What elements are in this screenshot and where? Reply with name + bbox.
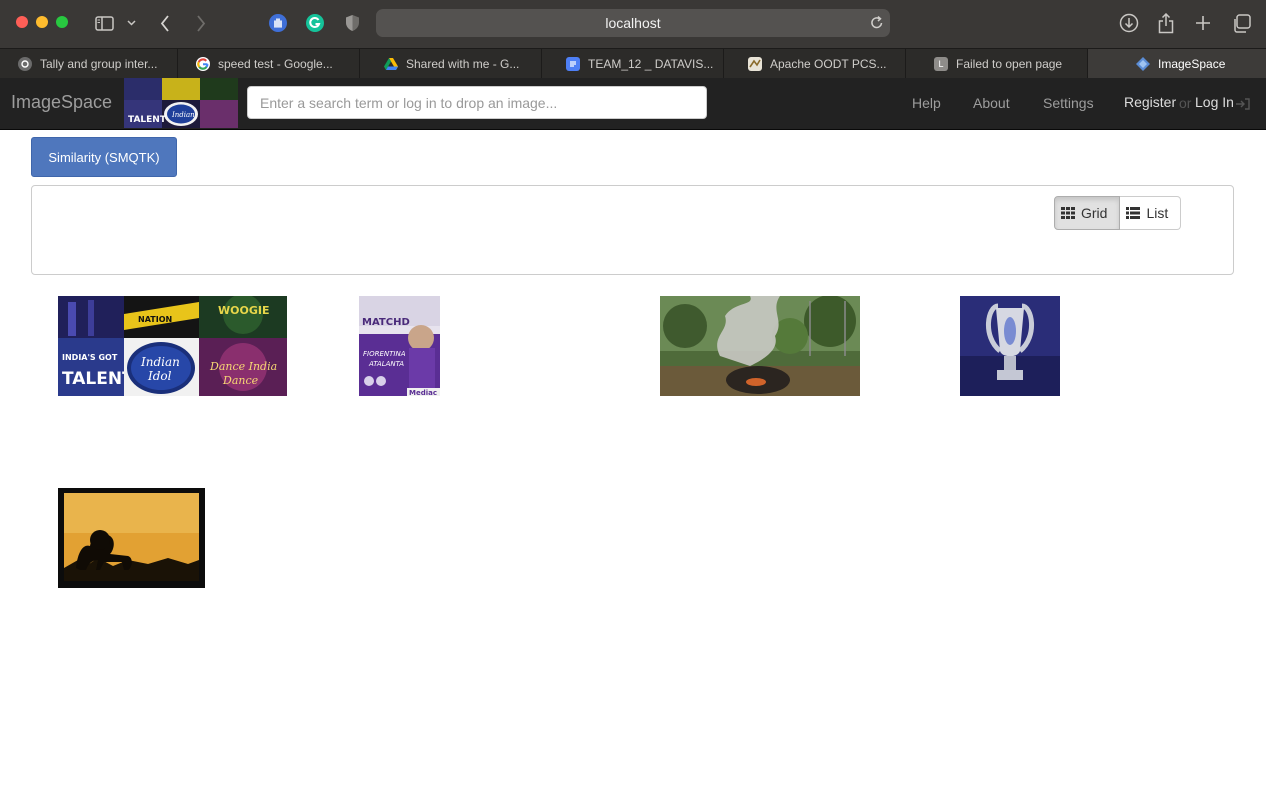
result-image[interactable] xyxy=(960,296,1060,396)
downloads-icon[interactable] xyxy=(1118,12,1140,34)
nav-login-link[interactable]: Log In xyxy=(1195,94,1234,110)
letter-l-icon: L xyxy=(934,57,948,71)
close-window-button[interactable] xyxy=(16,16,28,28)
grid-view-button[interactable]: Grid xyxy=(1054,196,1121,230)
browser-tab-label: Apache OODT PCS... xyxy=(770,57,887,71)
browser-titlebar: localhost xyxy=(0,0,1266,48)
svg-text:WOOGIE: WOOGIE xyxy=(218,304,269,317)
svg-text:Indian: Indian xyxy=(140,355,180,369)
shield-icon[interactable] xyxy=(343,12,361,34)
nav-settings-link[interactable]: Settings xyxy=(1043,95,1094,111)
browser-tab[interactable]: Apache OODT PCS... xyxy=(724,49,906,79)
svg-text:FIORENTINA: FIORENTINA xyxy=(363,350,406,358)
new-tab-icon[interactable] xyxy=(1193,12,1213,34)
sidebar-toggle-icon[interactable] xyxy=(94,12,114,34)
svg-text:TALENT: TALENT xyxy=(62,369,134,389)
nav-about-link[interactable]: About xyxy=(973,95,1010,111)
tab-overview-icon[interactable] xyxy=(1230,12,1252,34)
brand-thumbnail-image: TALENT Indian xyxy=(124,78,238,128)
list-icon xyxy=(1126,207,1141,219)
browser-tab-label: ImageSpace xyxy=(1158,57,1226,71)
similarity-smqtk-button[interactable]: Similarity (SMQTK) xyxy=(31,137,177,177)
svg-text:TALENT: TALENT xyxy=(128,115,167,125)
svg-text:Dance India: Dance India xyxy=(209,360,277,373)
svg-text:MATCHD: MATCHD xyxy=(362,317,410,328)
svg-text:Mediac: Mediac xyxy=(409,389,437,396)
svg-text:Dance: Dance xyxy=(222,374,259,387)
nav-help-link[interactable]: Help xyxy=(912,95,941,111)
grid-view-label: Grid xyxy=(1081,205,1108,221)
browser-tab-label: Failed to open page xyxy=(956,57,1063,71)
browser-tab-label: Tally and group inter... xyxy=(40,57,158,71)
brand-logo-text[interactable]: ImageSpace xyxy=(11,92,112,113)
grid-icon xyxy=(1061,207,1075,219)
imagespace-icon xyxy=(1136,57,1150,71)
result-image[interactable] xyxy=(58,488,205,588)
google-icon xyxy=(196,57,210,71)
login-icon[interactable] xyxy=(1236,97,1250,115)
nav-or-separator: or xyxy=(1179,95,1192,111)
url-text: localhost xyxy=(605,15,661,31)
list-view-label: List xyxy=(1146,205,1169,221)
browser-tab[interactable]: Shared with me - G... xyxy=(360,49,542,79)
search-input[interactable] xyxy=(247,86,707,119)
back-icon[interactable] xyxy=(158,12,172,34)
browser-tab[interactable]: Tally and group inter... xyxy=(0,49,178,79)
forward-icon[interactable] xyxy=(194,12,208,34)
view-toggle-group: Grid List xyxy=(1054,196,1182,230)
svg-text:Idol: Idol xyxy=(147,369,172,383)
browser-tab-label: speed test - Google... xyxy=(218,57,333,71)
drive-icon xyxy=(384,57,398,71)
browser-tab-active[interactable]: ImageSpace xyxy=(1088,49,1266,79)
svg-text:Indian: Indian xyxy=(171,111,195,119)
gear-icon xyxy=(18,57,32,71)
grammarly-icon[interactable] xyxy=(305,12,325,34)
browser-tab[interactable]: TEAM_12 _ DATAVIS... xyxy=(542,49,724,79)
result-image[interactable]: NATION WOOGIE INDIA'S GOT TALENT Indian … xyxy=(58,296,287,396)
hand-extension-icon[interactable] xyxy=(268,12,288,34)
docs-icon xyxy=(566,57,580,71)
app-navbar: ImageSpace TALENT Indian Help About Sett… xyxy=(0,78,1266,130)
chevron-down-icon[interactable] xyxy=(126,12,136,34)
svg-text:ATALANTA: ATALANTA xyxy=(368,360,404,368)
list-view-button[interactable]: List xyxy=(1120,196,1182,230)
oodt-icon xyxy=(748,57,762,71)
nav-register-link[interactable]: Register xyxy=(1124,94,1176,110)
browser-tab[interactable]: speed test - Google... xyxy=(178,49,360,79)
browser-tab-label: Shared with me - G... xyxy=(406,57,520,71)
browser-tab-label: TEAM_12 _ DATAVIS... xyxy=(588,57,714,71)
reload-icon[interactable] xyxy=(870,14,884,35)
zoom-window-button[interactable] xyxy=(56,16,68,28)
share-icon[interactable] xyxy=(1156,12,1176,34)
browser-tab-bar: Tally and group inter... speed test - Go… xyxy=(0,48,1266,79)
result-image[interactable]: MATCHD FIORENTINA ATALANTA Mediac xyxy=(359,296,440,396)
address-bar[interactable]: localhost xyxy=(376,9,890,37)
svg-text:NATION: NATION xyxy=(138,315,172,324)
svg-text:INDIA'S GOT: INDIA'S GOT xyxy=(62,353,118,362)
minimize-window-button[interactable] xyxy=(36,16,48,28)
browser-tab[interactable]: L Failed to open page xyxy=(906,49,1088,79)
result-image[interactable] xyxy=(660,296,860,396)
